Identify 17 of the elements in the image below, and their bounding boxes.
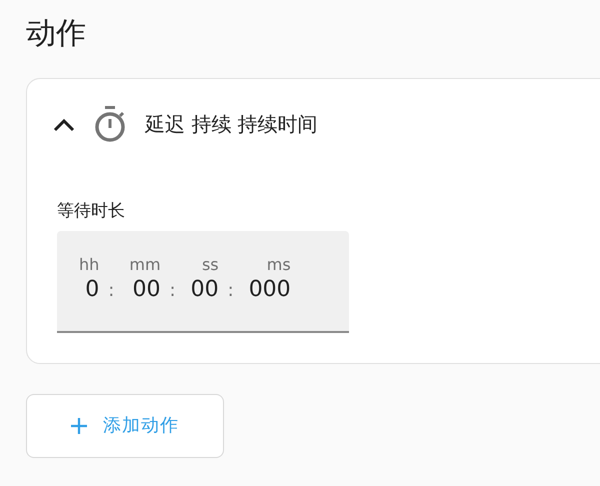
unit-label: mm (129, 254, 161, 274)
separator-text: : (170, 278, 176, 302)
stopwatch-icon (93, 105, 127, 143)
plus-icon (71, 418, 87, 434)
separator-text: : (108, 278, 114, 302)
unit-value: 0 (85, 276, 100, 304)
unit-value: 00 (132, 276, 161, 304)
separator-text: : (228, 278, 234, 302)
unit-label: ss (202, 254, 219, 274)
unit-label: ms (266, 254, 291, 274)
unit-label: hh (79, 254, 100, 274)
field-label: 等待时长 (57, 200, 126, 223)
unit-value: 00 (190, 276, 219, 304)
duration-field[interactable]: hh 0 : mm 00 : ss 00 : ms 000 (57, 230, 349, 332)
action-title: 延迟 持续 持续时间 (145, 111, 318, 138)
section-heading: 动作 (26, 15, 87, 53)
unit-value: 000 (248, 276, 291, 304)
